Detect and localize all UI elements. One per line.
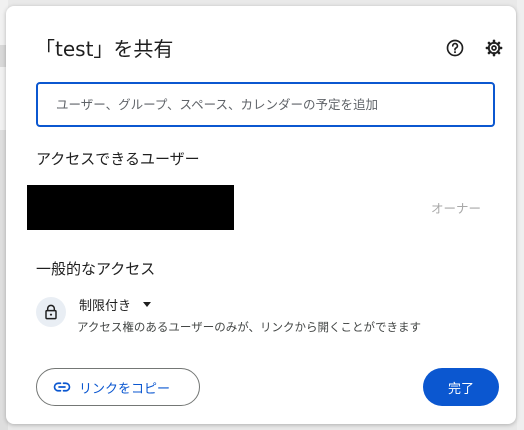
dialog-title: 「test」を共有 bbox=[35, 37, 174, 61]
general-access-heading: 一般的なアクセス bbox=[36, 260, 156, 278]
settings-button[interactable] bbox=[480, 34, 508, 62]
general-access-description: アクセス権のあるユーザーのみが、リンクから開くことができます bbox=[77, 320, 421, 334]
caret-down-icon bbox=[143, 302, 152, 307]
copy-link-button[interactable]: リンクをコピー bbox=[36, 368, 200, 406]
gear-icon bbox=[485, 39, 503, 57]
help-circle-icon bbox=[446, 39, 464, 57]
general-access-selected: 制限付き bbox=[79, 299, 132, 314]
lock-icon-badge bbox=[36, 297, 66, 327]
people-with-access-heading: アクセスできるユーザー bbox=[36, 150, 200, 168]
redacted-user-entry bbox=[27, 185, 234, 230]
background-page-right bbox=[517, 0, 524, 430]
add-people-input[interactable] bbox=[36, 82, 495, 127]
lock-icon bbox=[45, 304, 57, 320]
copy-link-label: リンクをコピー bbox=[79, 381, 171, 397]
done-button[interactable]: 完了 bbox=[423, 368, 499, 406]
general-access-dropdown[interactable]: 制限付き bbox=[79, 295, 152, 314]
owner-role-label: オーナー bbox=[431, 201, 482, 216]
link-icon bbox=[53, 382, 71, 392]
help-button[interactable] bbox=[441, 34, 469, 62]
share-dialog: 「test」を共有 アクセスできるユーザー オーナー 一般 bbox=[6, 6, 516, 424]
